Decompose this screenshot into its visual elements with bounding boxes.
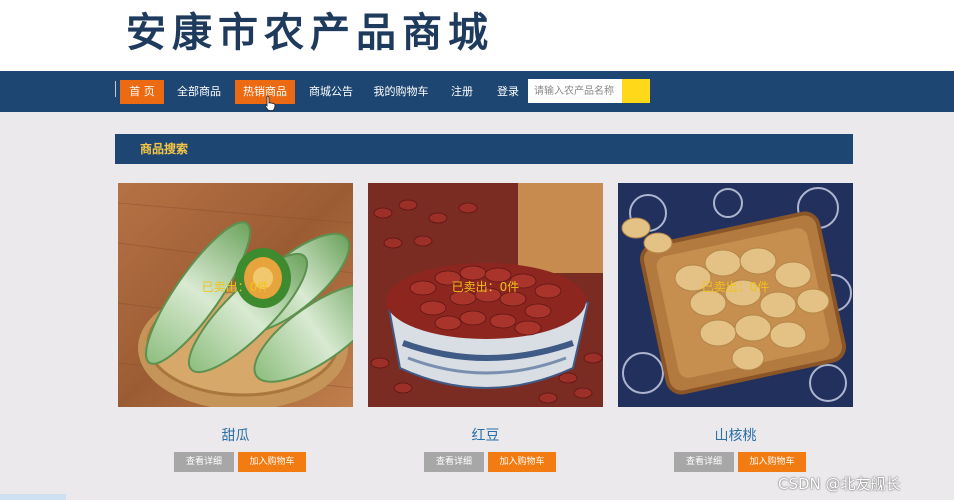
red-bean-photo[interactable]: 已卖出：0件 bbox=[368, 183, 603, 407]
section-title: 商品搜索 bbox=[140, 142, 189, 156]
sold-count-label: 已卖出：0件 bbox=[201, 280, 270, 294]
main-navbar: 首 页 全部商品 热销商品 商城公告 我的购物车 注册 登录 bbox=[0, 71, 954, 112]
product-name[interactable]: 红豆 bbox=[368, 425, 603, 445]
nav-item-all-products[interactable]: 全部商品 bbox=[170, 80, 228, 104]
bottom-left-tab bbox=[0, 494, 66, 500]
product-name[interactable]: 甜瓜 bbox=[118, 425, 353, 445]
search-input[interactable] bbox=[528, 79, 622, 103]
product-name[interactable]: 山核桃 bbox=[618, 425, 853, 445]
site-header: 安康市农产品商城 bbox=[0, 0, 954, 71]
add-to-cart-button[interactable]: 加入购物车 bbox=[488, 452, 556, 472]
nav-item-login[interactable]: 登录 bbox=[490, 80, 526, 104]
product-card-red-bean: 已卖出：0件 红豆 查看详细 加入购物车 bbox=[368, 183, 603, 472]
product-card-walnut: 已卖出：0件 山核桃 查看详细 加入购物车 bbox=[618, 183, 853, 472]
product-card-melon: 已卖出：0件 甜瓜 查看详细 加入购物车 bbox=[118, 183, 353, 472]
add-to-cart-button[interactable]: 加入购物车 bbox=[738, 452, 806, 472]
site-logo-title: 安康市农产品商城 bbox=[126, 9, 494, 56]
nav-item-my-cart[interactable]: 我的购物车 bbox=[366, 80, 436, 104]
csdn-watermark: CSDN @北友舰长 bbox=[778, 475, 901, 493]
nav-item-home[interactable]: 首 页 bbox=[120, 80, 164, 104]
view-detail-button[interactable]: 查看详细 bbox=[674, 452, 734, 472]
view-detail-button[interactable]: 查看详细 bbox=[174, 452, 234, 472]
nav-divider bbox=[115, 81, 116, 97]
nav-item-register[interactable]: 注册 bbox=[445, 80, 479, 104]
mouse-pointer-icon bbox=[264, 95, 276, 111]
nav-item-announcements[interactable]: 商城公告 bbox=[302, 80, 360, 104]
product-search-section-header: 商品搜索 bbox=[115, 134, 853, 164]
add-to-cart-button[interactable]: 加入购物车 bbox=[238, 452, 306, 472]
view-detail-button[interactable]: 查看详细 bbox=[424, 452, 484, 472]
sold-count-label: 已卖出：0件 bbox=[451, 280, 520, 294]
melon-photo[interactable]: 已卖出：0件 bbox=[118, 183, 353, 407]
sold-count-label: 已卖出：0件 bbox=[701, 280, 770, 294]
walnut-photo[interactable]: 已卖出：0件 bbox=[618, 183, 853, 407]
search-button[interactable] bbox=[622, 79, 650, 103]
